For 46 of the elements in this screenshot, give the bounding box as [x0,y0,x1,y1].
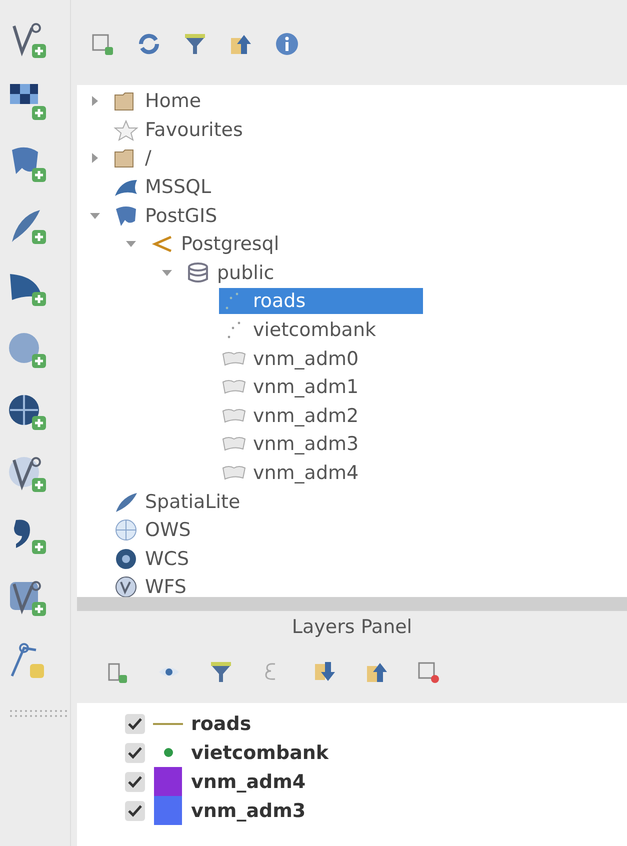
tree-item-icon [113,118,139,141]
grip-handle-icon[interactable] [8,708,68,718]
tree-item[interactable]: roads [219,288,423,314]
tree-item[interactable]: public [183,260,280,286]
checkbox[interactable] [125,800,145,820]
tree-item[interactable]: SpatiaLite [111,488,246,515]
tree-item[interactable]: Postgresql [147,231,286,258]
tree-item-icon [185,262,211,284]
checkbox[interactable] [125,742,145,762]
refresh-icon[interactable] [137,32,161,56]
new-item-icon[interactable] [91,32,115,56]
dark-globe-add-icon[interactable] [8,392,48,432]
info-icon[interactable] [275,32,299,56]
layer-name[interactable]: vnm_adm3 [191,800,306,822]
tree-item[interactable]: vnm_adm3 [219,431,365,458]
tree-item-icon [113,204,139,227]
tree-item-icon [113,490,139,513]
tree-item[interactable]: vietcombank [219,317,382,344]
checkbox[interactable] [125,714,145,734]
tree-item[interactable]: Home [111,88,208,114]
tree-item[interactable]: MSSQL [111,174,218,200]
remove-layer-icon[interactable] [417,660,441,684]
tree-item[interactable]: WFS [111,574,192,600]
tree-item[interactable]: / [111,145,158,172]
tree-item[interactable]: WCS [111,546,196,572]
checkbox[interactable] [125,772,145,792]
tree-item[interactable]: vnm_adm4 [219,460,365,486]
tree-item[interactable]: vnm_adm2 [219,402,365,429]
panel-title: Layers Panel [290,615,414,640]
v-box-add-icon[interactable] [8,578,48,618]
tree-item-icon [113,519,139,542]
tree-item[interactable]: PostGIS [111,202,224,229]
filter-icon[interactable] [209,660,233,684]
layer-name[interactable]: vnm_adm4 [191,770,306,792]
tree-item[interactable]: vnm_adm1 [219,374,365,400]
layer-name[interactable]: vietcombank [191,742,329,764]
globe-add-icon[interactable] [8,330,48,370]
layer-name[interactable]: roads [191,712,252,734]
v-globe-add-icon[interactable] [8,454,48,494]
tree-item[interactable]: vnm_adm0 [219,346,365,372]
tree-item-icon [113,576,139,598]
tree-item[interactable]: Favourites [111,116,249,143]
raster-add-icon[interactable] [8,82,48,122]
filter-icon[interactable] [183,32,207,56]
tree-item-icon [113,548,139,570]
tree-item[interactable]: OWS [111,517,197,544]
